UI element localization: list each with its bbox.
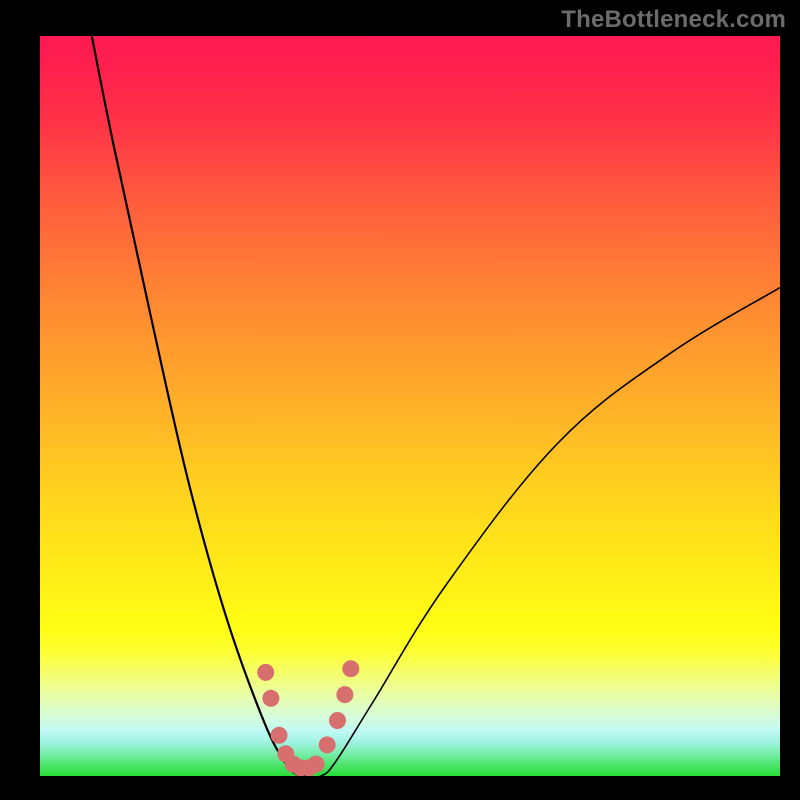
left-curve — [92, 36, 307, 776]
chart-svg — [40, 36, 780, 776]
valley-marker — [342, 660, 359, 677]
valley-marker — [257, 664, 274, 681]
right-curve — [306, 288, 780, 776]
valley-marker — [262, 690, 279, 707]
plot-area — [40, 36, 780, 776]
valley-marker — [308, 756, 325, 773]
valley-marker-group — [257, 660, 359, 776]
watermark-text: TheBottleneck.com — [561, 6, 786, 34]
valley-marker — [271, 727, 288, 744]
valley-marker — [329, 712, 346, 729]
valley-marker — [319, 736, 336, 753]
valley-marker — [336, 686, 353, 703]
chart-frame: TheBottleneck.com — [0, 0, 800, 800]
